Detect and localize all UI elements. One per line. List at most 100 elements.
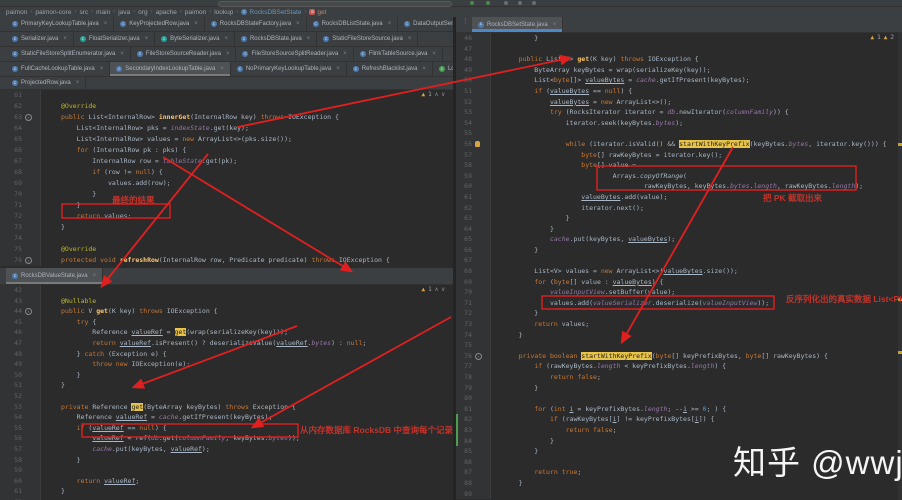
line-number[interactable]: 69 [456,277,472,288]
line-number[interactable]: 65 [0,134,22,145]
line-number[interactable]: 73 [456,319,472,330]
line-number[interactable]: 56 [456,139,472,150]
code-line[interactable]: 56 while (iterator.isValid() && startWit… [456,139,902,150]
code-line[interactable]: 75 [456,340,902,351]
chevron-down-icon[interactable]: ∨ [441,286,445,293]
line-number[interactable]: 46 [456,33,472,44]
line-number[interactable]: 76 [0,255,22,266]
code-line[interactable]: 51 if (valueBytes == null) { [456,86,902,97]
code-line[interactable]: 73} [0,222,453,233]
line-number[interactable]: 84 [456,436,472,447]
code-line[interactable]: 79 } [456,383,902,394]
code-line[interactable]: 55 if (valueRef == null) { [0,423,453,434]
code-line[interactable]: 70 } [0,189,453,200]
code-line[interactable]: 58 byte[] value = [456,160,902,171]
line-number[interactable]: 67 [0,156,22,167]
code-line[interactable]: 84 } [456,436,902,447]
code-line[interactable]: 64 } [456,224,902,235]
code-line[interactable]: 65 cache.put(keyBytes, valueBytes); [456,234,902,245]
code-line[interactable]: 49 ByteArray keyBytes = wrap(serializeKe… [456,65,902,76]
code-line[interactable]: 46 Reference valueRef = get(wrap(seriali… [0,327,453,338]
line-number[interactable]: 58 [456,160,472,171]
code-line[interactable]: 75@Override [0,244,453,255]
breadcrumb-item[interactable]: paimon [6,9,27,16]
tab-close-icon[interactable]: × [194,21,198,27]
tab-close-icon[interactable]: × [145,36,149,42]
line-number[interactable]: 88 [456,478,472,489]
tab-close-icon[interactable]: × [408,36,412,42]
line-number[interactable]: 57 [456,150,472,161]
line-number[interactable]: 82 [456,414,472,425]
tab-close-icon[interactable]: × [224,36,228,42]
line-number[interactable]: 86 [456,457,472,468]
editor-tab[interactable]: cKeyProjectedRow.java× [114,17,205,31]
line-number[interactable]: 50 [456,75,472,86]
chevron-up-icon[interactable]: ∧ [435,286,439,293]
editor-tab[interactable]: cFileStoreSourceSplitReader.java× [236,47,353,61]
code-line[interactable]: 50 List<byte[]> valueBytes = cache.getIf… [456,75,902,86]
editor-tab[interactable]: cStaticFileStoreSource.java× [317,32,418,46]
code-line[interactable]: 68 List<V> values = new ArrayList<>(valu… [456,266,902,277]
editor-tab[interactable]: cRocksDBListState.java× [307,17,399,31]
code-line[interactable]: 63↑public List<InternalRow> innerGet(Int… [0,112,453,123]
breadcrumb-item[interactable]: apache [156,9,177,16]
line-number[interactable]: 49 [0,359,22,370]
code-line[interactable]: 45 try { [0,317,453,328]
tool-icon[interactable] [504,1,508,5]
line-number[interactable]: 64 [0,123,22,134]
code-editor-secondary-index-lookup-table[interactable]: ▲1 ∧ ∨ 6162@Override63↑public List<Inter… [0,90,453,268]
line-number[interactable]: 75 [456,340,472,351]
code-line[interactable]: 61 valueBytes.add(value); [456,192,902,203]
code-line[interactable]: 72 return values; [0,211,453,222]
line-number[interactable]: 69 [0,178,22,189]
line-number[interactable]: 55 [0,423,22,434]
code-line[interactable]: 48 } catch (Exception e) { [0,349,453,360]
code-line[interactable]: 55 [456,128,902,139]
tab-close-icon[interactable]: × [343,51,347,57]
code-line[interactable]: 85 } [456,446,902,457]
code-line[interactable]: 74 } [456,330,902,341]
code-line[interactable]: 65 List<InternalRow> values = new ArrayL… [0,134,453,145]
tab-close-icon[interactable]: × [100,66,104,72]
tab-close-icon[interactable]: × [220,66,224,72]
debug-icon[interactable] [486,1,490,5]
line-number[interactable]: 77 [456,361,472,372]
run-icon[interactable] [470,1,474,5]
code-line[interactable]: 67 InternalRow row = tableState.get(pk); [0,156,453,167]
code-line[interactable]: 66 for (InternalRow pk : pks) { [0,145,453,156]
drag-handle-icon[interactable]: ⋮ [462,17,469,32]
tab-close-icon[interactable]: × [432,51,436,57]
code-line[interactable]: 54 iterator.seek(keyBytes.bytes); [456,118,902,129]
code-line[interactable]: 87 return true; [456,467,902,478]
line-number[interactable]: 53 [0,402,22,413]
breadcrumb-item[interactable]: org [138,9,147,16]
tab-close-icon[interactable]: × [553,22,557,28]
line-number[interactable]: 64 [456,224,472,235]
editor-tab[interactable]: cNoPrimaryKeyLookupTable.java× [231,62,347,76]
line-number[interactable]: 49 [456,65,472,76]
line-number[interactable]: 56 [0,433,22,444]
line-number[interactable]: 48 [0,349,22,360]
editor-tab[interactable]: cRefreshBlacklist.java× [347,62,433,76]
line-number[interactable]: 58 [0,455,22,466]
tab-close-icon[interactable]: × [336,66,340,72]
scrollbar[interactable] [898,33,902,500]
code-line[interactable]: 43@Nullable [0,296,453,307]
tab-close-icon[interactable]: × [120,51,124,57]
tab-close-icon[interactable]: × [76,80,80,86]
line-number[interactable]: 44 [0,306,22,317]
editor-tab[interactable]: cRocksDBSetState.java× [472,17,563,32]
code-line[interactable]: 47 [456,44,902,55]
code-editor-rocksdb-set-state[interactable]: ▲1 ▲2 46 }4748 public List<V> get(K key)… [456,33,902,500]
line-number[interactable]: 79 [456,383,472,394]
line-number[interactable]: 75 [0,244,22,255]
line-number[interactable]: 74 [456,330,472,341]
line-number[interactable]: 87 [456,467,472,478]
editor-tab[interactable]: cSerializer.java× [6,32,74,46]
chevron-down-icon[interactable]: ∨ [441,91,445,98]
code-line[interactable]: 52 valueBytes = new ArrayList<>(); [456,97,902,108]
editor-tab[interactable]: cFlinkTableSource.java× [354,47,443,61]
line-number[interactable]: 54 [456,118,472,129]
tab-close-icon[interactable]: × [63,36,67,42]
code-line[interactable]: 60 rawKeyBytes, keyBytes.bytes.length, r… [456,181,902,192]
